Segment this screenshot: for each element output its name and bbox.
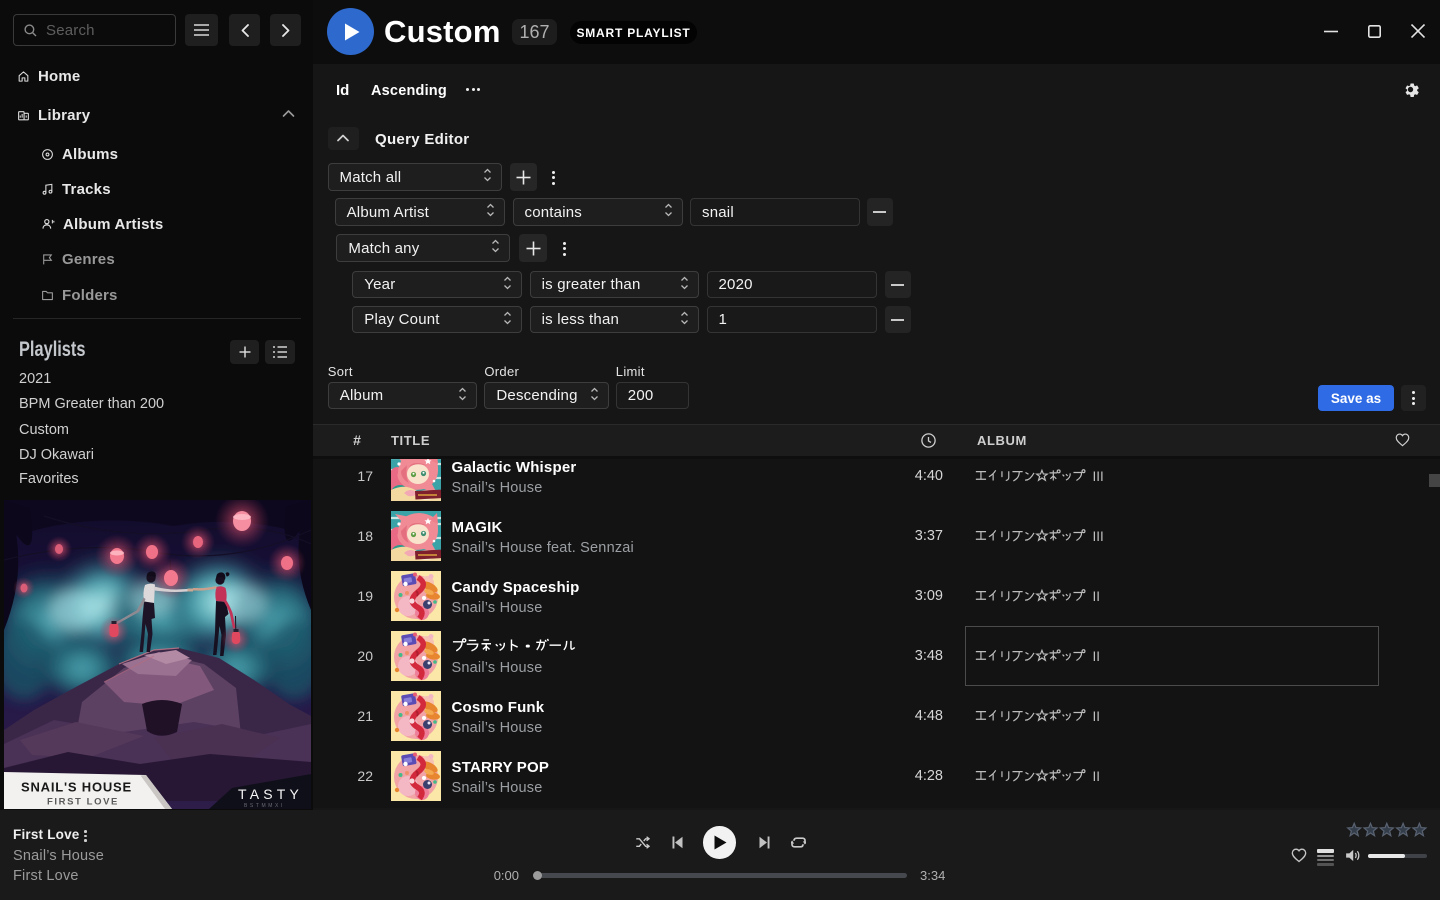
svg-text:TASTY: TASTY: [238, 786, 303, 802]
svg-text:SNAIL'S HOUSE: SNAIL'S HOUSE: [21, 780, 132, 795]
svg-text:FIRST LOVE: FIRST LOVE: [47, 797, 119, 808]
svg-text:BSTMMXI: BSTMMXI: [244, 803, 285, 809]
